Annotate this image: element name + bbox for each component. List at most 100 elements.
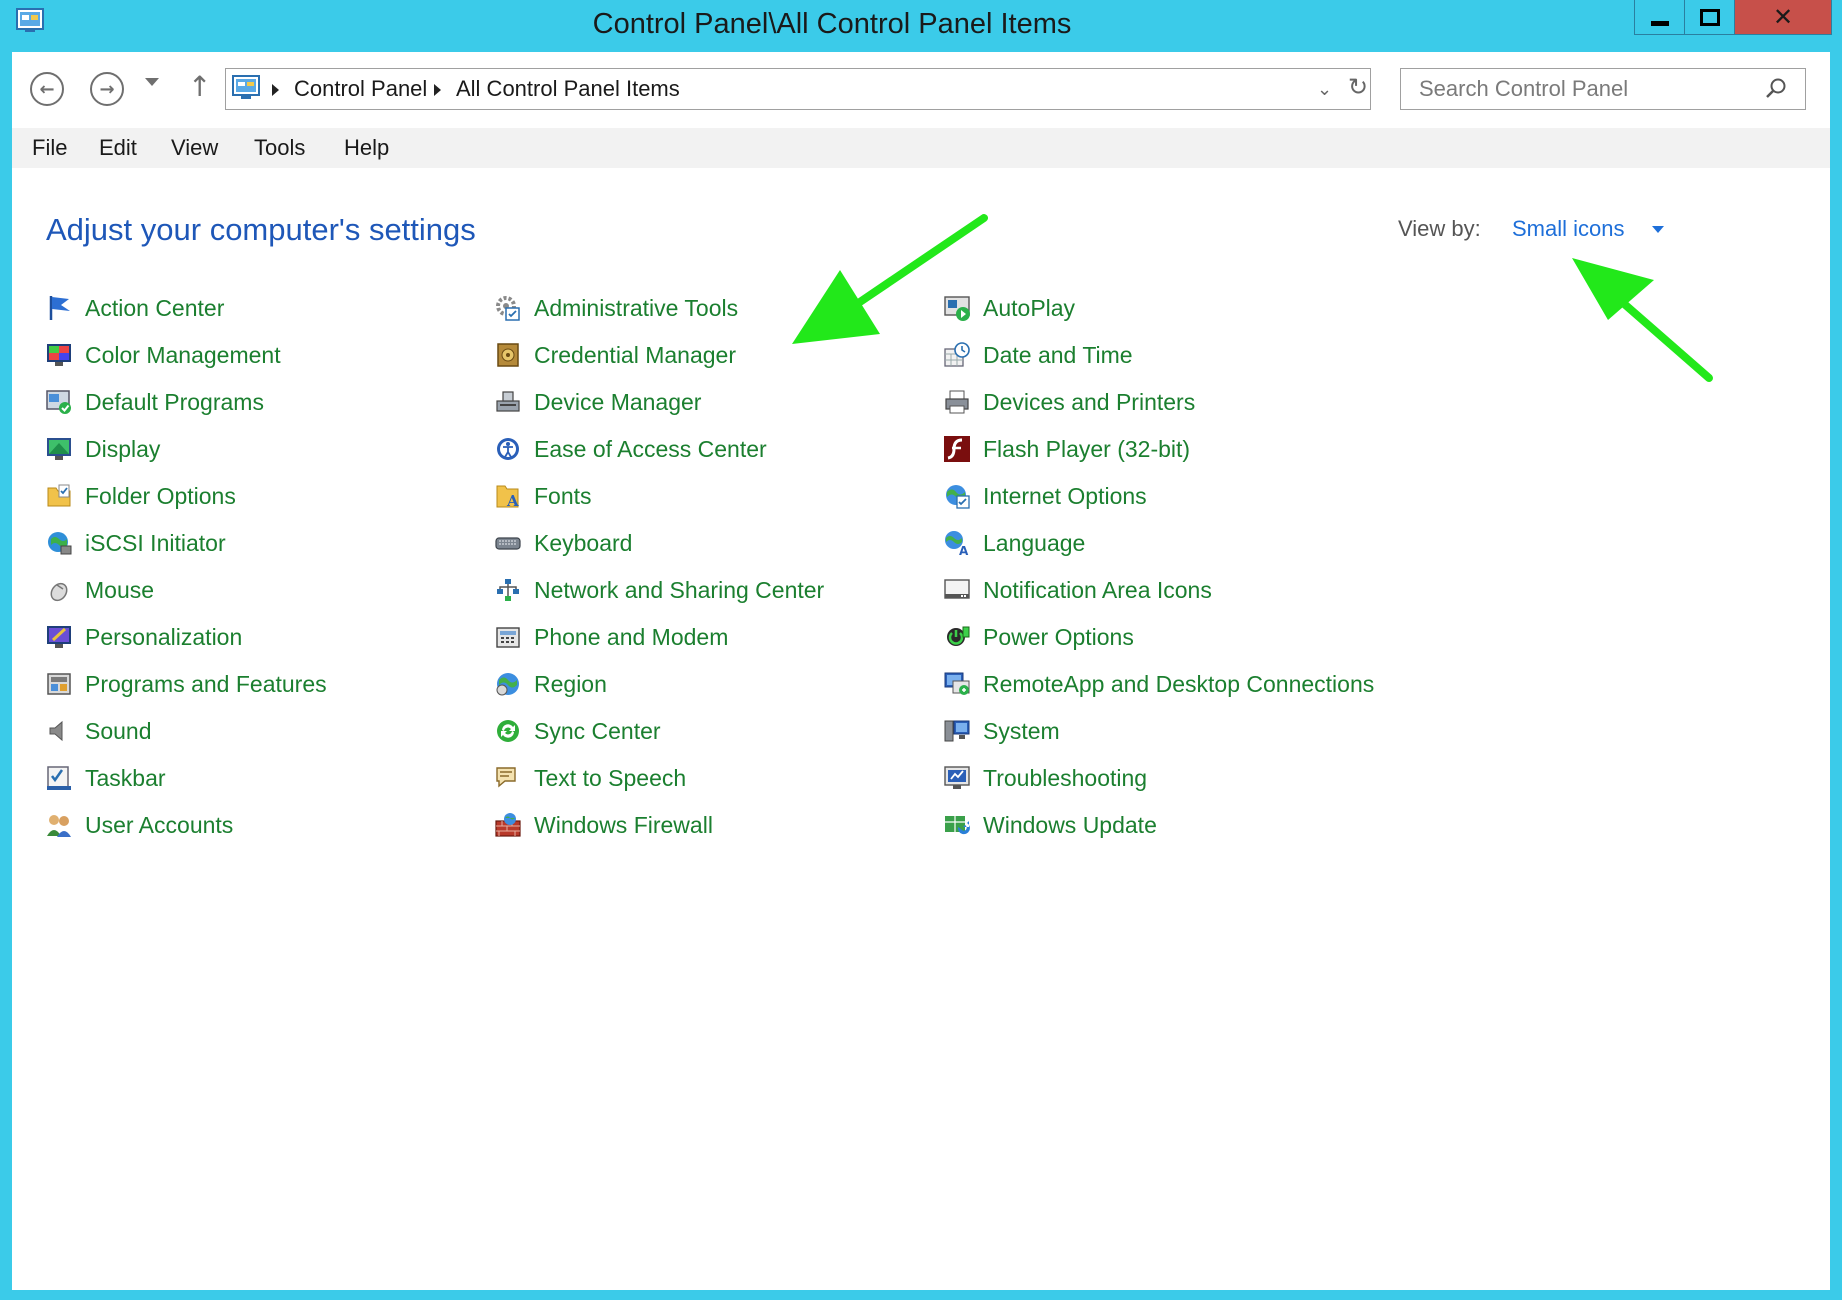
control-panel-item-label: Troubleshooting <box>983 765 1148 791</box>
globe-network-icon <box>48 532 72 555</box>
programs-icon <box>47 673 71 695</box>
menu-help[interactable]: Help <box>344 134 389 162</box>
view-by-caret-icon[interactable] <box>1652 226 1664 233</box>
users-icon <box>47 815 71 837</box>
search-box[interactable]: Search Control Panel <box>1400 68 1806 110</box>
control-panel-item-label: Keyboard <box>534 530 633 556</box>
address-history-dropdown-icon[interactable]: ⌄ <box>1317 79 1332 100</box>
control-panel-item-label: Fonts <box>534 483 592 509</box>
ease-of-access-icon <box>497 438 519 460</box>
control-panel-item-label: Ease of Access Center <box>534 436 767 462</box>
troubleshooting-icon <box>944 766 970 789</box>
svg-text:A: A <box>959 544 969 557</box>
power-icon <box>947 626 970 646</box>
address-bar[interactable]: Control Panel All Control Panel Items ⌄ … <box>225 68 1371 110</box>
search-input[interactable]: Search Control Panel <box>1419 76 1628 102</box>
control-panel-icon <box>232 75 260 99</box>
control-panel-item-label: Region <box>534 671 607 697</box>
mouse-icon <box>50 582 68 602</box>
control-panel-item-label: iSCSI Initiator <box>85 530 226 556</box>
control-panel-item-label: Devices and Printers <box>983 389 1196 415</box>
breadcrumb-all-items[interactable]: All Control Panel Items <box>456 75 680 103</box>
breadcrumb-separator-icon[interactable] <box>272 84 279 96</box>
control-panel-item-label: Programs and Features <box>85 671 327 697</box>
menu-tools[interactable]: Tools <box>254 134 305 162</box>
phone-icon <box>496 627 520 648</box>
breadcrumb-control-panel[interactable]: Control Panel <box>294 75 427 103</box>
display-icon <box>47 438 71 460</box>
control-panel-item-label: System <box>983 718 1060 744</box>
windows-update-icon <box>945 816 970 835</box>
navigation-bar: ← → ↑ Control Panel All Control Panel It… <box>12 52 1830 128</box>
flash-icon <box>944 436 970 462</box>
control-panel-item-label: Internet Options <box>983 483 1147 509</box>
maximize-icon <box>1700 8 1720 26</box>
control-panel-item-label: Language <box>983 530 1086 556</box>
control-panel-item-label: AutoPlay <box>983 295 1076 321</box>
back-button[interactable]: ← <box>30 72 64 106</box>
up-arrow-icon[interactable]: ↑ <box>188 70 211 103</box>
control-panel-item-label: Phone and Modem <box>534 624 729 650</box>
control-panel-item-label: Device Manager <box>534 389 702 415</box>
language-icon: A <box>945 531 969 557</box>
view-by-dropdown[interactable]: Small icons <box>1512 216 1624 242</box>
internet-options-icon <box>946 485 970 509</box>
view-by-label: View by: <box>1398 216 1481 241</box>
control-panel-item-label: Flash Player (32-bit) <box>983 436 1191 462</box>
control-panel-item-label: Windows Update <box>983 812 1157 838</box>
folder-options-icon <box>47 484 71 507</box>
personalization-icon <box>47 626 71 648</box>
region-globe-icon <box>496 673 519 696</box>
control-panel-item-label: Personalization <box>85 624 243 650</box>
minimize-button[interactable] <box>1634 0 1685 35</box>
control-panel-item-label: Network and Sharing Center <box>534 577 825 603</box>
breadcrumb-separator-icon[interactable] <box>434 84 441 96</box>
control-panel-item-label: Mouse <box>85 577 155 603</box>
close-icon: ✕ <box>1772 3 1794 31</box>
svg-text:A: A <box>506 492 519 510</box>
admin-tools-icon <box>496 296 520 321</box>
menu-bar: File Edit View Tools Help <box>12 128 1830 168</box>
control-panel-item-label: Text to Speech <box>534 765 687 791</box>
control-panel-item-label: Color Management <box>85 342 281 368</box>
printer-icon <box>945 390 969 414</box>
control-panel-window: Control Panel\All Control Panel Items ✕ … <box>12 0 1832 1290</box>
menu-view[interactable]: View <box>171 134 218 162</box>
menu-edit[interactable]: Edit <box>99 134 137 162</box>
network-icon <box>497 579 519 601</box>
control-panel-item-label: Folder Options <box>85 483 236 509</box>
color-monitor-icon <box>47 344 71 366</box>
minimize-icon <box>1651 20 1669 26</box>
system-icon <box>944 720 970 742</box>
forward-arrow-icon: → <box>99 78 115 100</box>
control-panel-item-label: Default Programs <box>85 389 264 415</box>
control-panel-item-label: RemoteApp and Desktop Connections <box>983 671 1375 697</box>
control-panel-item-label: Date and Time <box>983 342 1133 368</box>
vault-icon <box>497 343 519 367</box>
window-title: Control Panel\All Control Panel Items <box>592 8 1072 40</box>
remote-desktop-icon <box>944 672 970 695</box>
search-icon[interactable] <box>1765 77 1787 99</box>
default-programs-icon <box>46 390 71 414</box>
close-button[interactable]: ✕ <box>1734 0 1832 35</box>
maximize-button[interactable] <box>1684 0 1735 35</box>
autoplay-icon <box>944 296 970 321</box>
taskbar-icon <box>47 766 71 790</box>
notification-icon <box>944 579 970 599</box>
refresh-icon[interactable]: ↻ <box>1348 73 1368 101</box>
clock-calendar-icon <box>944 342 970 367</box>
control-panel-item-label: Windows Firewall <box>534 812 713 838</box>
forward-button[interactable]: → <box>90 72 124 106</box>
control-panel-item-label: Credential Manager <box>534 342 737 368</box>
speaker-icon <box>49 720 63 742</box>
sync-icon <box>497 720 519 742</box>
control-panel-item-label: Sound <box>85 718 152 744</box>
control-panel-item-label: User Accounts <box>85 812 234 838</box>
control-panel-item-label: Notification Area Icons <box>983 577 1212 603</box>
title-bar[interactable]: Control Panel\All Control Panel Items ✕ <box>12 0 1832 52</box>
recent-locations-dropdown-icon[interactable] <box>145 78 159 86</box>
control-panel-item-label: Power Options <box>983 624 1134 650</box>
control-panel-item-label: Display <box>85 436 161 462</box>
firewall-icon <box>495 813 521 837</box>
menu-file[interactable]: File <box>32 134 67 162</box>
